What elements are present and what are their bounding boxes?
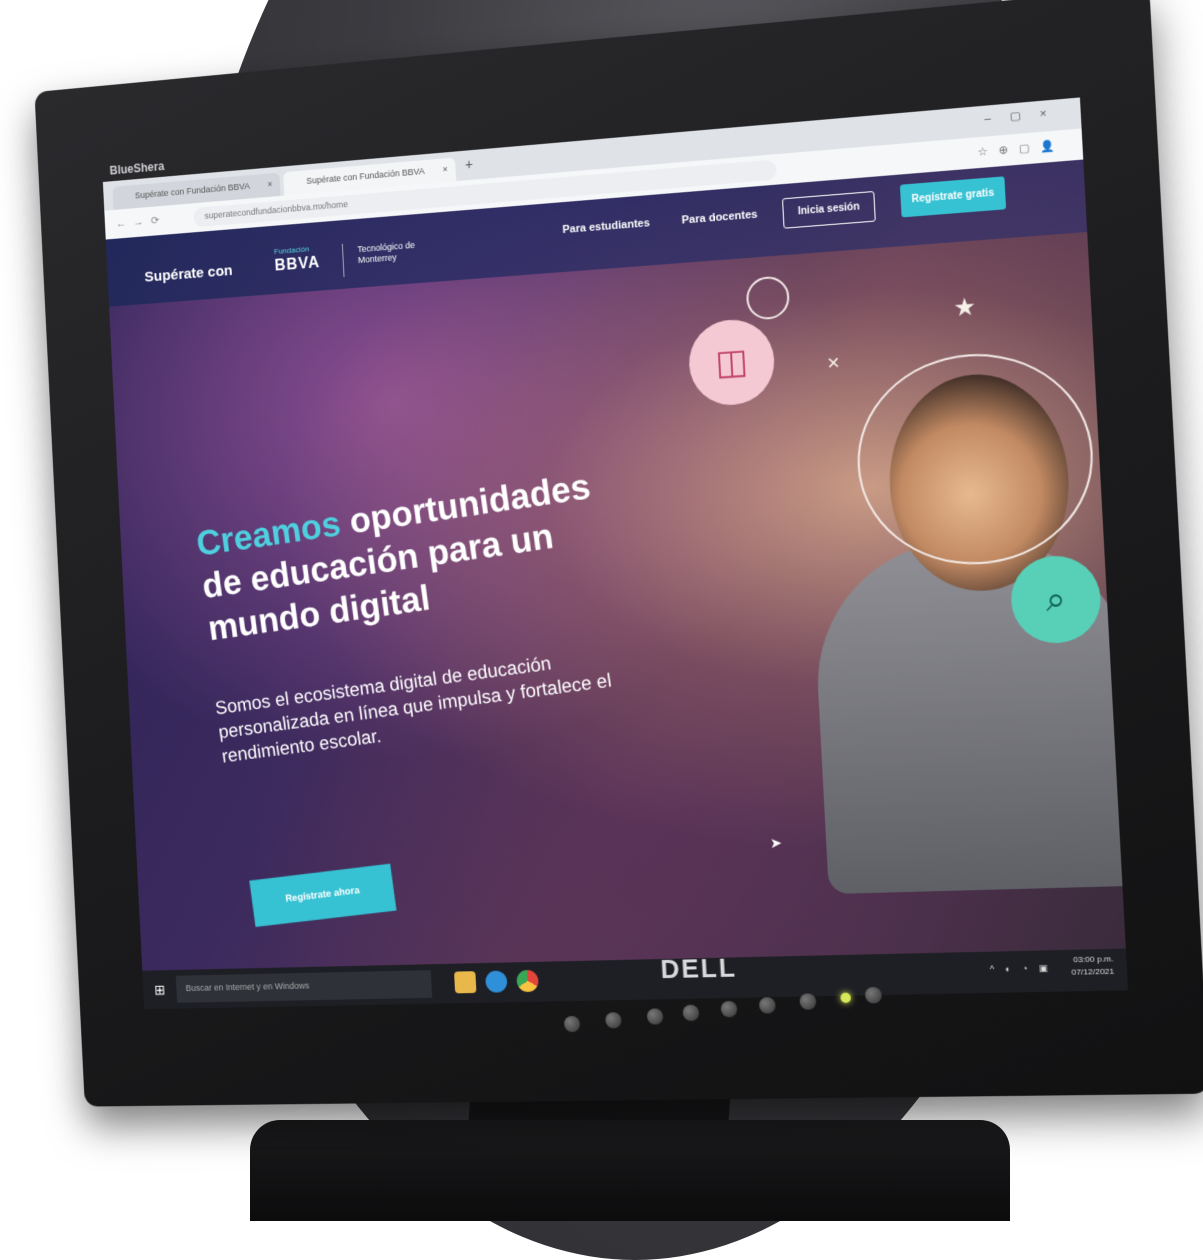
taskbar-search-input[interactable]: Buscar en Internet y en Windows [175,970,433,1003]
register-now-button[interactable]: Regístrate ahora [249,863,397,928]
logo-tec: Tecnológico de Monterrey [357,239,416,266]
close-icon[interactable]: × [442,164,448,174]
star-icon: ★ [952,293,977,323]
doodle-circle [852,346,1099,571]
monitor-button[interactable] [682,1004,700,1022]
file-explorer-icon[interactable] [454,971,477,994]
site-logo-text[interactable]: Supérate con [144,262,233,285]
chrome-icon[interactable] [516,969,539,993]
monitor-button[interactable] [799,993,817,1010]
monitor-button[interactable] [605,1012,622,1029]
logo-divider [341,243,345,278]
hero-title-rest: oportunidades de educación para un mundo… [199,465,593,649]
monitor-button[interactable] [720,1000,738,1018]
hero-title: Creamos oportunidades de educación para … [194,457,651,650]
logo-bbva: BBVA [274,254,321,275]
taskbar-date: 07/12/2021 [1071,966,1115,977]
monitor-button[interactable] [563,1015,581,1033]
power-led [840,992,852,1003]
new-tab-icon[interactable]: + [465,156,474,172]
website-hero: ◫ ⌕ ★ ✕ ➤ Supérate con Fundación BBVA Te… [105,159,1129,971]
nav-link-students[interactable]: Para estudiantes [562,217,650,236]
taskbar-time: 03:00 p.m. [1072,954,1114,965]
register-button[interactable]: Regístrate gratis [899,176,1007,218]
login-button[interactable]: Inicia sesión [781,190,876,229]
window-controls[interactable]: –▢× [984,105,1066,125]
monitor-button[interactable] [646,1008,664,1025]
edge-icon[interactable] [485,970,508,993]
browser-nav-icons[interactable]: ←→⟳ [116,213,167,230]
tab-label: Supérate con Fundación BBVA [134,180,251,201]
mouse-cursor-icon: ➤ [769,834,783,852]
power-button[interactable] [864,986,883,1004]
monitor-screen: Supérate con Fundación BBVA × Supérate c… [102,97,1129,1010]
sparkle-icon: ✕ [826,354,841,374]
taskbar-clock[interactable]: 03:00 p.m. 07/12/2021 [1070,953,1114,979]
monitor-button[interactable] [758,997,776,1014]
windows-start-icon[interactable]: ⊞ [154,982,166,999]
cube-icon: ◫ [687,316,777,408]
monitor-stand-base [250,1120,1010,1221]
nav-link-teachers[interactable]: Para docentes [681,209,757,227]
dell-logo: DELL [659,952,738,985]
logo-fundacion: Fundación [273,244,310,257]
monitor-brand-label: BlueShera [109,159,165,178]
tab-label: Supérate con Fundación BBVA [306,166,425,186]
browser-toolbar-icons[interactable]: ☆⊕▢👤 [977,138,1065,159]
system-tray-icons[interactable]: ^ ◐ ◔ ▣ [989,963,1052,976]
hero-subtitle: Somos el ecosistema digital de educación… [214,653,613,768]
close-icon[interactable]: × [267,179,272,189]
doodle-circle [745,275,791,321]
monitor: BlueShera Supérate con Fundación BBVA × … [34,0,1203,1107]
